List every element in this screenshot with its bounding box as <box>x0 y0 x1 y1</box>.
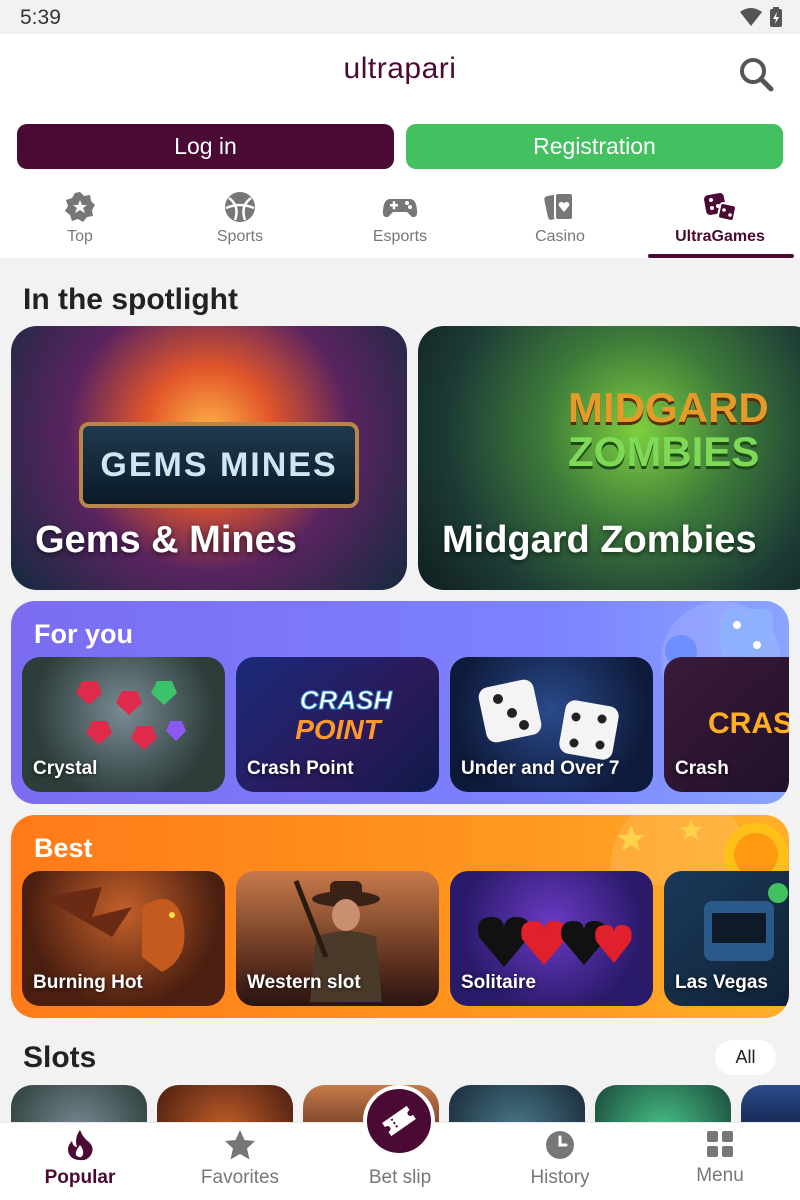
tab-esports[interactable]: Esports <box>320 188 480 258</box>
game-card-crystal[interactable]: Crystal <box>22 657 225 792</box>
slots-title: Slots <box>23 1041 97 1074</box>
tab-label: UltraGames <box>675 228 765 245</box>
tab-label: Esports <box>372 228 428 245</box>
search-icon <box>740 58 774 92</box>
gear-badge-icon <box>65 192 95 222</box>
svg-text:CRAS: CRAS <box>708 707 789 740</box>
svg-text:CRASH: CRASH <box>300 685 394 715</box>
spotlight-card-gems-mines[interactable]: GEMS MINES Gems & Mines <box>11 326 407 590</box>
game-card-title: Burning Hot <box>33 972 143 993</box>
nav-popular[interactable]: Popular <box>0 1123 160 1200</box>
game-card-las-vegas[interactable]: Las Vegas <box>664 871 789 1006</box>
dragon-art-icon <box>42 887 185 972</box>
dice-icon <box>704 193 737 222</box>
game-card-title: Western slot <box>247 972 361 993</box>
crash-art-icon: CRAS <box>708 707 789 740</box>
clock-icon <box>546 1131 574 1159</box>
tab-top[interactable]: Top <box>0 188 160 258</box>
nav-label: Popular <box>44 1167 116 1188</box>
nav-history[interactable]: History <box>480 1123 640 1200</box>
app-logo[interactable]: ultrapari <box>0 52 800 86</box>
grid-icon <box>707 1131 733 1157</box>
for-you-title: For you <box>34 619 133 649</box>
game-card-crash[interactable]: CRAS Crash <box>664 657 789 792</box>
app-header: ultrapari Log in Registration Top Sports… <box>0 34 800 258</box>
bet-slip-button[interactable] <box>363 1085 435 1157</box>
nav-favorites[interactable]: Favorites <box>160 1123 320 1200</box>
game-card-solitaire[interactable]: Solitaire <box>450 871 653 1006</box>
tab-sports[interactable]: Sports <box>160 188 320 258</box>
spotlight-card-title: Midgard Zombies <box>442 519 757 561</box>
ticket-icon <box>382 1105 416 1137</box>
svg-text:POINT: POINT <box>295 714 383 745</box>
game-card-crash-point[interactable]: CRASH POINT Crash Point <box>236 657 439 792</box>
tab-label: Top <box>67 228 93 245</box>
slot-machine-art-icon <box>704 883 788 961</box>
active-tab-indicator <box>648 254 794 258</box>
game-art-logo: GEMS MINES <box>79 422 359 508</box>
gems-art-icon <box>76 681 186 750</box>
art-line: MIDGARD <box>568 384 769 431</box>
dice-art-icon <box>478 679 619 760</box>
status-bar: 5:39 <box>0 0 800 34</box>
gamepad-icon <box>382 199 418 218</box>
spotlight-card-midgard-zombies[interactable]: MIDGARD ZOMBIES Midgard Zombies <box>418 326 800 590</box>
flame-icon <box>68 1130 93 1161</box>
wifi-icon <box>740 8 762 26</box>
game-card-title: Solitaire <box>461 972 536 993</box>
crash-point-art-icon: CRASHPOINT <box>295 685 394 746</box>
best-title: Best <box>34 833 93 863</box>
card-suits-art-icon <box>477 917 632 967</box>
game-art-logo: MIDGARD ZOMBIES <box>568 384 769 475</box>
tab-label: Casino <box>535 228 585 245</box>
nav-label: Favorites <box>200 1167 280 1188</box>
status-icons <box>740 7 782 27</box>
slots-all-button[interactable]: All <box>715 1040 776 1075</box>
best-section: Best Burning Hot Western slot Solitaire … <box>11 815 789 1018</box>
nav-label: Menu <box>696 1165 744 1186</box>
registration-button[interactable]: Registration <box>406 124 783 169</box>
cards-icon <box>544 192 574 221</box>
spotlight-title: In the spotlight <box>23 283 238 316</box>
status-time: 5:39 <box>20 6 61 29</box>
spotlight-card-title: Gems & Mines <box>35 519 297 561</box>
nav-menu[interactable]: Menu <box>640 1123 800 1200</box>
nav-label: History <box>530 1167 590 1188</box>
search-button[interactable] <box>738 56 774 92</box>
battery-icon <box>770 7 782 27</box>
game-card-title: Crash Point <box>247 758 354 779</box>
star-icon <box>225 1130 255 1160</box>
game-card-title: Under and Over 7 <box>461 758 620 779</box>
nav-label: Bet slip <box>368 1167 432 1188</box>
game-card-western-slot[interactable]: Western slot <box>236 871 439 1006</box>
login-button[interactable]: Log in <box>17 124 394 169</box>
category-tabs: Top Sports Esports Casino UltraGames <box>0 188 800 258</box>
tab-casino[interactable]: Casino <box>480 188 640 258</box>
art-line: ZOMBIES <box>568 428 760 475</box>
ball-icon <box>225 192 255 222</box>
game-card-title: Las Vegas <box>675 972 768 993</box>
for-you-section: For you Crystal CRASH POINT Crash Point U… <box>11 601 789 804</box>
game-card-burning-hot[interactable]: Burning Hot <box>22 871 225 1006</box>
game-card-under-and-over-7[interactable]: Under and Over 7 <box>450 657 653 792</box>
tab-label: Sports <box>216 228 264 245</box>
game-card-title: Crystal <box>33 758 98 779</box>
game-card-title: Crash <box>675 758 729 779</box>
tab-ultragames[interactable]: UltraGames <box>640 188 800 258</box>
